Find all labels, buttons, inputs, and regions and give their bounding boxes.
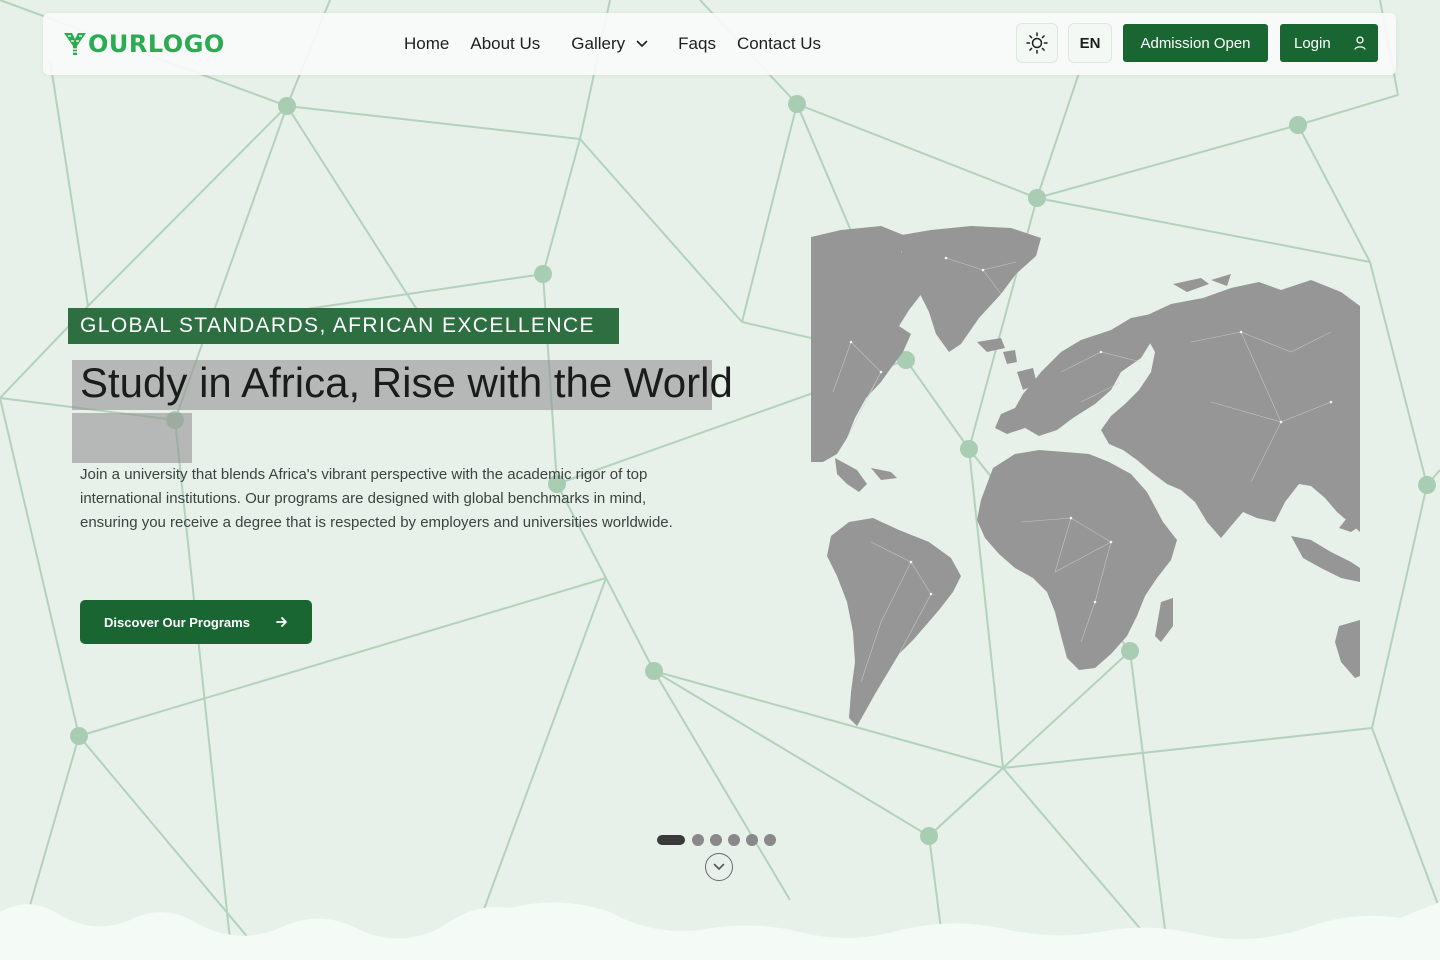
carousel-dot[interactable] [692, 834, 704, 846]
chevron-down-circle-icon [713, 863, 725, 871]
nav-home[interactable]: Home [404, 34, 449, 54]
login-label: Login [1294, 34, 1331, 52]
theme-toggle-button[interactable] [1016, 23, 1058, 63]
nav-faqs[interactable]: Faqs [678, 34, 716, 54]
main-navigation: Home About Us Gallery Faqs Contact Us [404, 13, 842, 75]
user-icon [1354, 36, 1366, 50]
carousel-dot[interactable] [746, 834, 758, 846]
hero-description: Join a university that blends Africa's v… [80, 466, 673, 531]
logo-icon [64, 33, 86, 55]
nav-contact-us[interactable]: Contact Us [737, 34, 821, 54]
hero-title: Study in Africa, Rise with the World [80, 359, 733, 406]
world-map-image [811, 226, 1360, 726]
admission-open-button[interactable]: Admission Open [1123, 24, 1268, 62]
site-header: OURLOGO Home About Us Gallery Faqs Conta… [43, 13, 1396, 75]
nav-gallery[interactable]: Gallery [571, 34, 648, 54]
logo-text: OURLOGO [88, 30, 225, 58]
carousel-indicators [657, 834, 782, 846]
site-logo[interactable]: OURLOGO [63, 30, 225, 58]
arrow-right-icon [276, 617, 287, 627]
login-button[interactable]: Login [1280, 24, 1378, 62]
sun-icon [1026, 32, 1048, 54]
chevron-down-icon [636, 40, 648, 48]
hero-eyebrow: GLOBAL STANDARDS, AFRICAN EXCELLENCE [68, 308, 619, 344]
carousel-dot-active[interactable] [657, 835, 685, 845]
language-selector[interactable]: EN [1068, 23, 1112, 63]
scalloped-divider [0, 902, 1440, 960]
nav-gallery-label: Gallery [571, 34, 626, 53]
hero-section: GLOBAL STANDARDS, AFRICAN EXCELLENCE Stu… [0, 0, 1440, 960]
carousel-dot[interactable] [764, 834, 776, 846]
discover-programs-button[interactable]: Discover Our Programs [80, 600, 312, 644]
carousel-dot[interactable] [728, 834, 740, 846]
carousel-dot[interactable] [710, 834, 722, 846]
scroll-down-button[interactable] [705, 853, 733, 881]
headline-highlight [72, 413, 192, 463]
nav-about-us[interactable]: About Us [470, 34, 540, 54]
cta-label: Discover Our Programs [104, 614, 250, 630]
